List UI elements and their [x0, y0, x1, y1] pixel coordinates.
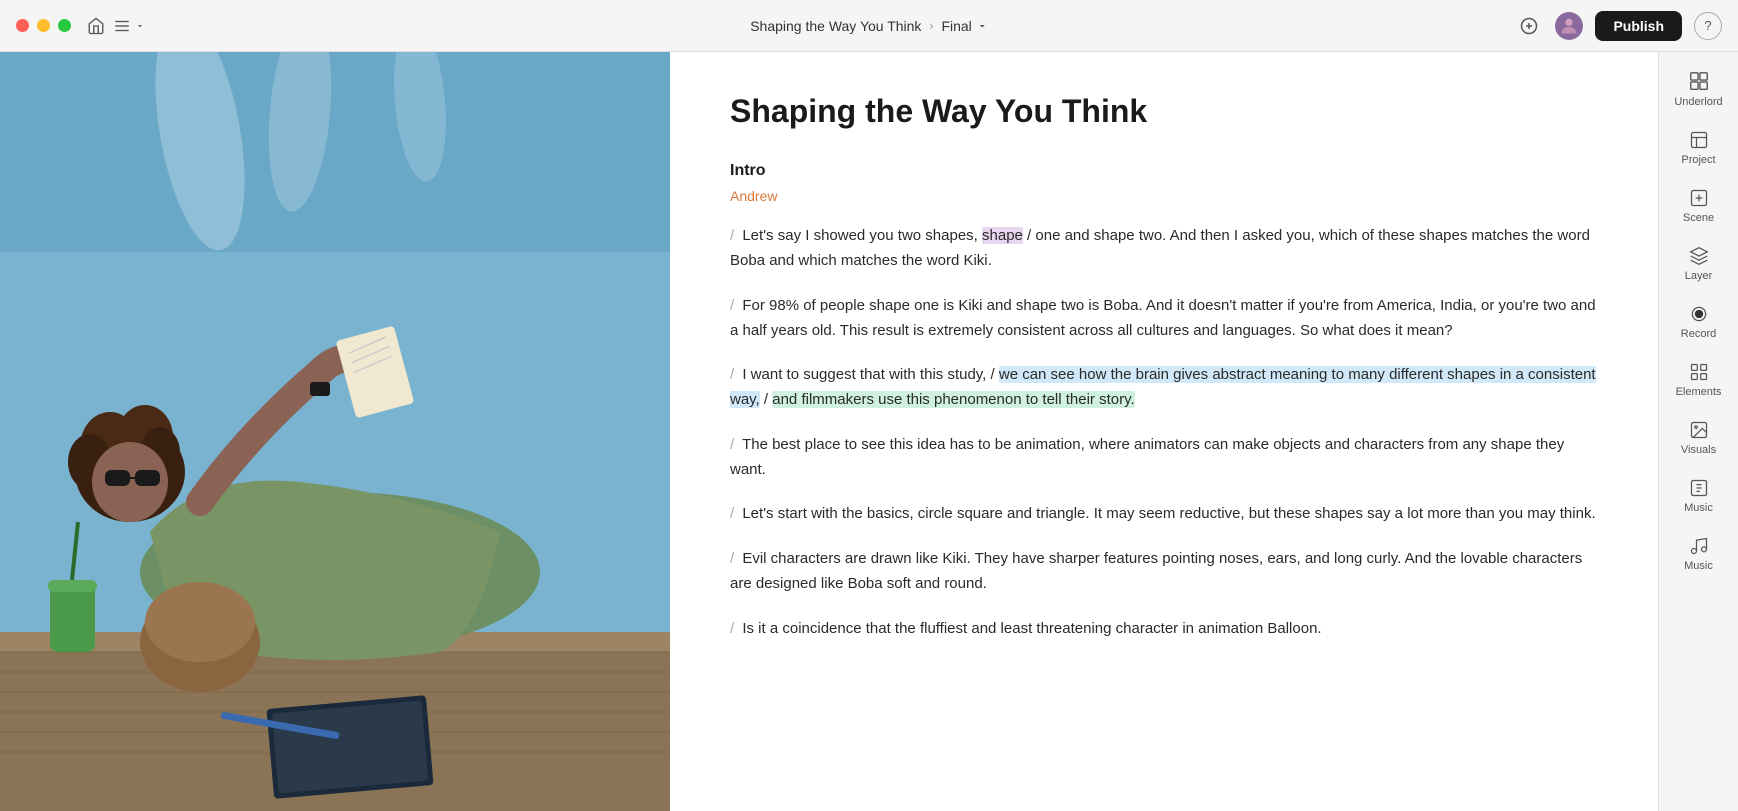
slash-marker-7: /: [730, 620, 734, 637]
slash-marker-4: /: [730, 436, 734, 453]
close-button[interactable]: [16, 19, 29, 32]
slash-marker: /: [730, 227, 734, 244]
sidebar-item-project[interactable]: Project: [1667, 120, 1731, 174]
scene-label: Scene: [1683, 212, 1714, 224]
sidebar-item-underlord[interactable]: Underlord: [1667, 60, 1731, 116]
highlight-filmmakers: and filmmakers use this phenomenon to te…: [772, 391, 1134, 408]
highlight-shape: shape: [982, 227, 1023, 244]
home-button[interactable]: [87, 17, 105, 35]
paragraph-4: / The best place to see this idea has to…: [730, 433, 1598, 483]
underlord-icon: [1688, 70, 1710, 92]
image-panel: [0, 52, 670, 811]
music1-label: Music: [1684, 502, 1713, 514]
content-panel[interactable]: Shaping the Way You Think Intro Andrew /…: [670, 52, 1658, 811]
music2-label: Music: [1684, 560, 1713, 572]
breadcrumb-title: Shaping the Way You Think: [750, 18, 921, 34]
record-icon: [1689, 304, 1709, 324]
titlebar-right: Publish ?: [1515, 11, 1722, 41]
music2-icon: [1689, 536, 1709, 556]
maximize-button[interactable]: [58, 19, 71, 32]
document-title: Shaping the Way You Think: [730, 92, 1598, 130]
section-label: Intro: [730, 162, 1598, 180]
paragraph-7: / Is it a coincidence that the fluffiest…: [730, 617, 1598, 642]
titlebar: Shaping the Way You Think › Final Publis…: [0, 0, 1738, 52]
elements-icon: [1689, 362, 1709, 382]
visuals-label: Visuals: [1681, 444, 1716, 456]
sidebar-item-music2[interactable]: Music: [1667, 526, 1731, 580]
right-sidebar: Underlord Project Scene: [1658, 52, 1738, 811]
paragraph-3: / I want to suggest that with this study…: [730, 363, 1598, 413]
avatar[interactable]: [1555, 12, 1583, 40]
main-layout: Shaping the Way You Think Intro Andrew /…: [0, 52, 1738, 811]
publish-button[interactable]: Publish: [1595, 11, 1682, 41]
project-label: Project: [1681, 154, 1715, 166]
record-label: Record: [1681, 328, 1716, 340]
sidebar-item-visuals[interactable]: Visuals: [1667, 410, 1731, 464]
sidebar-item-layer[interactable]: Layer: [1667, 236, 1731, 290]
minimize-button[interactable]: [37, 19, 50, 32]
underlord-label: Underlord: [1674, 96, 1722, 108]
breadcrumb-chevron: ›: [929, 19, 933, 33]
paragraph-6: / Evil characters are drawn like Kiki. T…: [730, 547, 1598, 597]
help-button[interactable]: ?: [1694, 12, 1722, 40]
add-button[interactable]: [1515, 12, 1543, 40]
project-icon: [1689, 130, 1709, 150]
music1-icon: [1689, 478, 1709, 498]
menu-button[interactable]: [113, 17, 145, 35]
layer-label: Layer: [1685, 270, 1713, 282]
slash-marker-6: /: [730, 550, 734, 567]
hero-image: [0, 52, 670, 811]
slash-marker-2: /: [730, 297, 734, 314]
branch-selector[interactable]: Final: [941, 18, 987, 34]
titlebar-center: Shaping the Way You Think › Final: [750, 18, 988, 34]
paragraph-1: / Let's say I showed you two shapes, sha…: [730, 224, 1598, 274]
elements-label: Elements: [1676, 386, 1722, 398]
scene-icon: [1689, 188, 1709, 208]
sidebar-item-record[interactable]: Record: [1667, 294, 1731, 348]
layer-icon: [1689, 246, 1709, 266]
help-icon: ?: [1704, 18, 1711, 33]
author-name: Andrew: [730, 188, 1598, 204]
traffic-lights: [16, 19, 71, 32]
slash-marker-5: /: [730, 505, 734, 522]
slash-marker-3: /: [730, 366, 734, 383]
sidebar-item-music1[interactable]: Music: [1667, 468, 1731, 522]
branch-label: Final: [941, 18, 971, 34]
paragraph-5: / Let's start with the basics, circle sq…: [730, 502, 1598, 527]
sidebar-item-elements[interactable]: Elements: [1667, 352, 1731, 406]
visuals-icon: [1689, 420, 1709, 440]
paragraph-2: / For 98% of people shape one is Kiki an…: [730, 294, 1598, 344]
sidebar-item-scene[interactable]: Scene: [1667, 178, 1731, 232]
